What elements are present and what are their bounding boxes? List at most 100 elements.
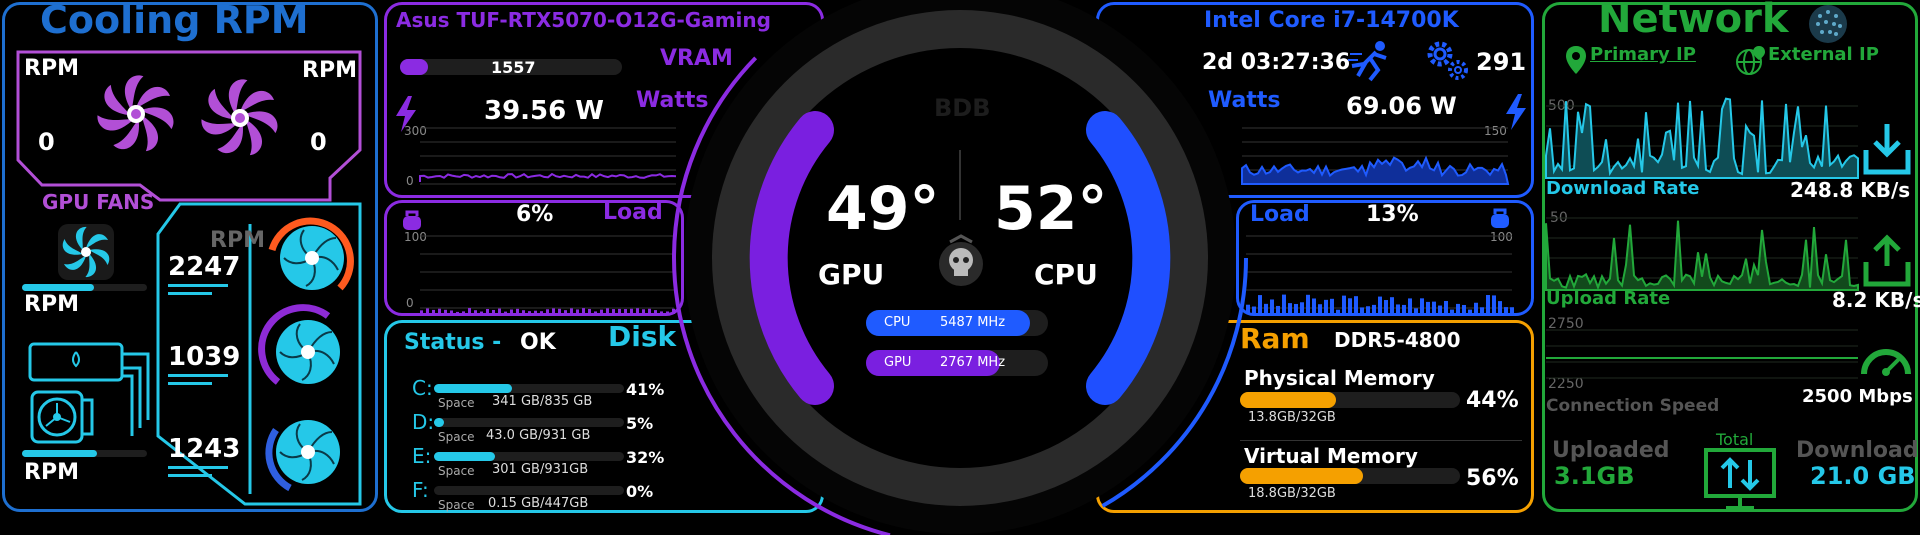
gpu-fan1-value: 0 — [38, 128, 55, 156]
location-pin-icon — [1566, 46, 1586, 74]
cpu-power-icon — [1506, 94, 1526, 130]
center-brand: BDB — [934, 94, 991, 122]
gpu-clock-label: GPU — [884, 355, 912, 370]
case-fan1-underline2 — [168, 292, 212, 295]
disk-f-usage: 0.15 GB/447GB — [488, 496, 589, 511]
network-title: Network — [1598, 0, 1789, 42]
ram-virtual-label: Virtual Memory — [1244, 444, 1418, 468]
cpu-fan-icon — [58, 224, 114, 280]
primary-ip-label: Primary IP — [1590, 44, 1696, 65]
disk-f-bar — [434, 486, 624, 495]
gpu-fan2-icon — [201, 79, 278, 156]
gpu-temp-value: 49° — [826, 174, 940, 244]
skull-logo-icon — [939, 234, 983, 286]
ram-physical-percent: 44% — [1466, 388, 1519, 413]
disk-e-usage: 301 GB/931GB — [492, 462, 589, 477]
download-graph — [1545, 97, 1859, 179]
case-fan2-rpm: 1039 — [168, 342, 241, 372]
cpu-load-value: 13% — [1366, 202, 1419, 227]
cpu-process-count: 291 — [1476, 48, 1527, 76]
disk-c-bar — [434, 384, 624, 393]
upload-rate-label: Upload Rate — [1546, 288, 1671, 309]
downloaded-value: 21.0 GB — [1810, 462, 1916, 490]
disk-status-label: Status - — [404, 330, 502, 355]
disk-e-letter: E: — [412, 444, 432, 468]
upload-icon — [1863, 234, 1911, 287]
pump-rpm-label: RPM — [24, 460, 79, 485]
cpu-load-graph — [1246, 235, 1514, 314]
ram-divider — [1240, 440, 1522, 441]
disk-c-letter: C: — [412, 376, 433, 400]
case-fan3-underline — [168, 466, 228, 469]
gpu-load-axis-min: 0 — [406, 296, 414, 310]
gpu-load-label: Load — [603, 200, 663, 225]
cpu-temp-value: 52° — [994, 174, 1108, 244]
gpu-power-axis-min: 0 — [406, 174, 414, 188]
case-fan2-underline — [168, 374, 228, 377]
disk-e-bar — [434, 452, 624, 461]
disk-c-space-label: Space — [438, 396, 475, 410]
gpu-load-value: 6% — [516, 202, 554, 227]
gpu-fans-label: GPU FANS — [42, 190, 155, 214]
cpu-load-icon — [1491, 208, 1509, 228]
ram-physical-bar — [1240, 392, 1460, 408]
gpu-watts-value: 39.56 W — [484, 96, 604, 126]
disk-d-percent: 5% — [626, 414, 654, 433]
pump-bar — [22, 450, 147, 457]
cpu-temp-label: CPU — [1034, 258, 1098, 291]
disk-d-usage: 43.0 GB/931 GB — [486, 428, 591, 443]
cpu-clock-value: 5487 MHz — [940, 315, 1006, 330]
gpu-vram-value: 1557 — [491, 58, 536, 77]
cpu-fan-rpm-label: RPM — [24, 292, 79, 317]
case-fan3-rpm: 1243 — [168, 434, 241, 464]
gpu-fan2-value: 0 — [310, 128, 327, 156]
world-pin-icon — [1736, 46, 1765, 75]
ram-type: DDR5-4800 — [1334, 328, 1461, 352]
ram-virtual-percent: 56% — [1466, 466, 1519, 491]
gpu-fan1-icon — [97, 75, 174, 152]
ram-virtual-usage: 18.8GB/32GB — [1248, 486, 1336, 501]
disk-e-percent: 32% — [626, 448, 665, 467]
downloaded-label: Download — [1796, 438, 1919, 463]
disk-c-percent: 41% — [626, 380, 665, 399]
upload-rate-value: 8.2 KB/s — [1832, 288, 1920, 312]
gpu-clock-value: 2767 MHz — [940, 355, 1006, 370]
case-fans-rpm-label: RPM — [210, 228, 265, 253]
download-icon — [1863, 124, 1911, 175]
connection-speed-label: Connection Speed — [1546, 396, 1720, 416]
gpu-temp-label: GPU — [818, 258, 885, 291]
uploaded-value: 3.1GB — [1554, 462, 1635, 490]
connection-speed-graph — [1546, 329, 1858, 379]
gpu-load-graph — [420, 235, 675, 314]
cpu-watts-value: 69.06 W — [1346, 92, 1457, 120]
case-fan3-underline2 — [168, 474, 212, 477]
disk-f-letter: F: — [412, 478, 429, 502]
case-fan2-icon — [258, 304, 340, 385]
pump-icon — [28, 342, 150, 444]
case-fan1-icon — [268, 217, 354, 291]
uptime-runner-icon — [1348, 41, 1387, 82]
gpu-power-graph — [419, 127, 677, 185]
case-fan2-underline2 — [168, 382, 212, 385]
external-ip-label: External IP — [1768, 44, 1879, 65]
disk-status-value: OK — [520, 330, 556, 355]
gpu-fans-frame — [16, 50, 362, 202]
disk-e-space-label: Space — [438, 464, 475, 478]
ram-physical-usage: 13.8GB/32GB — [1248, 410, 1336, 425]
disk-f-space-label: Space — [438, 498, 475, 512]
ram-physical-label: Physical Memory — [1244, 366, 1435, 390]
disk-c-usage: 341 GB/835 GB — [492, 394, 593, 409]
ram-virtual-bar — [1240, 468, 1460, 484]
total-transfer-icon — [1704, 448, 1776, 510]
cpu-fan-bar — [22, 284, 147, 291]
cpu-clock-label: CPU — [884, 315, 911, 330]
download-rate-value: 248.8 KB/s — [1790, 178, 1911, 202]
disk-f-percent: 0% — [626, 482, 654, 501]
globe-icon — [1809, 5, 1847, 43]
disk-d-space-label: Space — [438, 430, 475, 444]
case-fan3-icon — [265, 420, 340, 492]
uploaded-label: Uploaded — [1552, 438, 1670, 463]
case-fan1-rpm: 2247 — [168, 252, 241, 282]
upload-graph — [1545, 217, 1859, 291]
gpu-load-icon — [403, 210, 421, 230]
